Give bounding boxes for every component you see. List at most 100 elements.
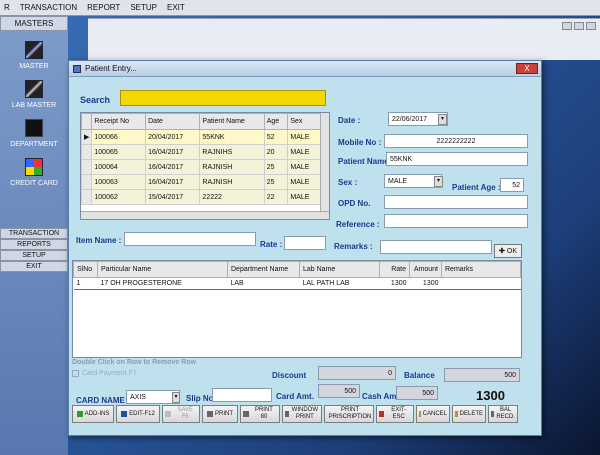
items-grid: SlNo Particular Name Department Name Lab…: [72, 260, 522, 358]
col-receipt-no[interactable]: Receipt No: [91, 113, 147, 130]
balance-label: Balance: [404, 371, 435, 380]
slip-no-field[interactable]: [212, 388, 272, 402]
cell: [441, 277, 521, 290]
close-icon[interactable]: [586, 22, 596, 30]
sidebar-btn-setup[interactable]: SETUP: [0, 250, 68, 261]
table-row[interactable]: 100062 15/04/2017 22222 22 MALE: [81, 189, 321, 205]
opd-field[interactable]: [384, 195, 528, 209]
print-button[interactable]: PRINT: [202, 405, 238, 423]
cash-amt-field[interactable]: 500: [396, 386, 438, 400]
card-name-dropdown-icon[interactable]: ▾: [172, 392, 180, 403]
sidebar-btn-reports[interactable]: REPORTS: [0, 239, 68, 250]
pen-icon: [25, 41, 43, 59]
delete-button[interactable]: DELETE: [452, 405, 486, 423]
card-payment-checkbox[interactable]: Card Payment F7: [72, 370, 137, 377]
menu-exit[interactable]: EXIT: [165, 3, 187, 12]
col-lab-name[interactable]: Lab Name: [299, 261, 380, 278]
menu-report[interactable]: REPORT: [85, 3, 122, 12]
menu-item[interactable]: R: [2, 3, 12, 12]
col-sex[interactable]: Sex: [287, 113, 321, 130]
table-row[interactable]: 1 17 OH PROGESTERONE LAB LAL PATH LAB 13…: [73, 277, 521, 290]
card-amt-field[interactable]: 500: [318, 384, 360, 398]
add-ins-button[interactable]: ADD-INS: [72, 405, 114, 423]
col-department-name[interactable]: Department Name: [227, 261, 300, 278]
search-input[interactable]: [120, 90, 326, 106]
masters-header[interactable]: MASTERS: [0, 16, 68, 31]
row-selector: [81, 189, 93, 205]
discount-field[interactable]: 0: [318, 366, 396, 380]
cell: 15/04/2017: [145, 189, 201, 205]
cell: RAJNISH: [199, 174, 265, 190]
cancel-button[interactable]: CANCEL: [416, 405, 450, 423]
table-row[interactable]: 100063 16/04/2017 RAJNISH 25 MALE: [81, 174, 321, 190]
close-icon: [379, 411, 385, 417]
date-dropdown-icon[interactable]: ▾: [438, 114, 447, 125]
sidebar-btn-exit[interactable]: EXIT: [0, 261, 68, 272]
top-menubar: R TRANSACTION REPORT SETUP EXIT: [0, 0, 600, 16]
table-row[interactable]: 100064 16/04/2017 RAJNISH 25 MALE: [81, 159, 321, 175]
row-selector: [81, 144, 93, 160]
sidebar-item-credit-card[interactable]: CREDIT CARD: [0, 158, 68, 187]
grid-horizontal-scrollbar[interactable]: [81, 211, 329, 219]
sex-dropdown-icon[interactable]: ▾: [434, 176, 443, 187]
col-rate[interactable]: Rate: [379, 261, 410, 278]
minimize-icon[interactable]: [562, 22, 572, 30]
save-button[interactable]: SAVE F6: [162, 405, 200, 423]
col-particular-name[interactable]: Particular Name: [97, 261, 228, 278]
exit-button[interactable]: EXIT-ESC: [376, 405, 414, 423]
window-close-button[interactable]: X: [516, 63, 538, 74]
cell: MALE: [287, 159, 321, 175]
grid-vertical-scrollbar[interactable]: [320, 113, 329, 219]
sidebar-item-lab-master[interactable]: LAB MASTER: [0, 80, 68, 109]
edit-button[interactable]: EDIT-F12: [116, 405, 160, 423]
col-amount[interactable]: Amount: [409, 261, 442, 278]
table-row[interactable]: ▶ 100066 20/04/2017 55KNK 52 MALE: [81, 129, 321, 145]
menu-transaction[interactable]: TRANSACTION: [18, 3, 79, 12]
balance-field[interactable]: 500: [444, 368, 520, 382]
cell: MALE: [287, 189, 321, 205]
button-label: EXIT-ESC: [391, 407, 407, 420]
col-patient-name[interactable]: Patient Name: [199, 113, 265, 130]
row-selector: [81, 159, 93, 175]
edit-icon: [121, 411, 128, 417]
print-80-button[interactable]: PRINT 80: [240, 405, 280, 423]
rate-field[interactable]: [284, 236, 326, 250]
items-header-row: SlNo Particular Name Department Name Lab…: [73, 261, 521, 278]
reference-field[interactable]: [384, 214, 528, 228]
window-print-button[interactable]: WINDOW PRINT: [282, 405, 322, 423]
cell: 22222: [199, 189, 265, 205]
mobile-field[interactable]: 2222222222: [384, 134, 528, 148]
checkbox-icon: [72, 370, 79, 377]
cell: 17 OH PROGESTERONE: [97, 277, 228, 290]
table-row[interactable]: 100065 16/04/2017 RAJNIHS 20 MALE: [81, 144, 321, 160]
menu-setup[interactable]: SETUP: [128, 3, 159, 12]
patient-age-field[interactable]: 52: [500, 178, 524, 192]
maximize-icon[interactable]: [574, 22, 584, 30]
col-date[interactable]: Date: [145, 113, 201, 130]
item-name-field[interactable]: [124, 232, 256, 246]
desktop: R TRANSACTION REPORT SETUP EXIT MASTERS …: [0, 0, 600, 455]
folder-icon: [419, 411, 421, 417]
opd-label: OPD No.: [338, 199, 371, 208]
search-label: Search: [80, 95, 111, 105]
col-age[interactable]: Age: [263, 113, 289, 130]
print-prescription-button[interactable]: PRINT PRISCRIPTION: [324, 405, 374, 423]
printer-icon: [207, 411, 213, 417]
cell: 1300: [379, 277, 410, 290]
patient-name-field[interactable]: 55KNK: [386, 152, 528, 166]
bal-recd-button[interactable]: BAL RECD.: [488, 405, 518, 423]
col-slno[interactable]: SlNo: [73, 261, 98, 278]
window-titlebar[interactable]: Patient Entry...: [69, 61, 541, 77]
syringe-icon: [25, 80, 43, 98]
sidebar-btn-transaction[interactable]: TRANSACTION: [0, 228, 68, 239]
remove-row-hint: Double Click on Row to Remove Row: [72, 359, 197, 366]
cell: 16/04/2017: [145, 159, 201, 175]
ok-button[interactable]: ✚ OK: [494, 244, 522, 258]
sidebar-item-label: MASTER: [19, 63, 49, 70]
cell: 100066: [91, 129, 147, 145]
col-remarks[interactable]: Remarks: [441, 261, 521, 278]
sidebar-item-master[interactable]: MASTER: [0, 41, 68, 70]
cell: MALE: [287, 129, 321, 145]
remarks-field[interactable]: [380, 240, 492, 254]
sidebar-item-department[interactable]: DEPARTMENT: [0, 119, 68, 148]
